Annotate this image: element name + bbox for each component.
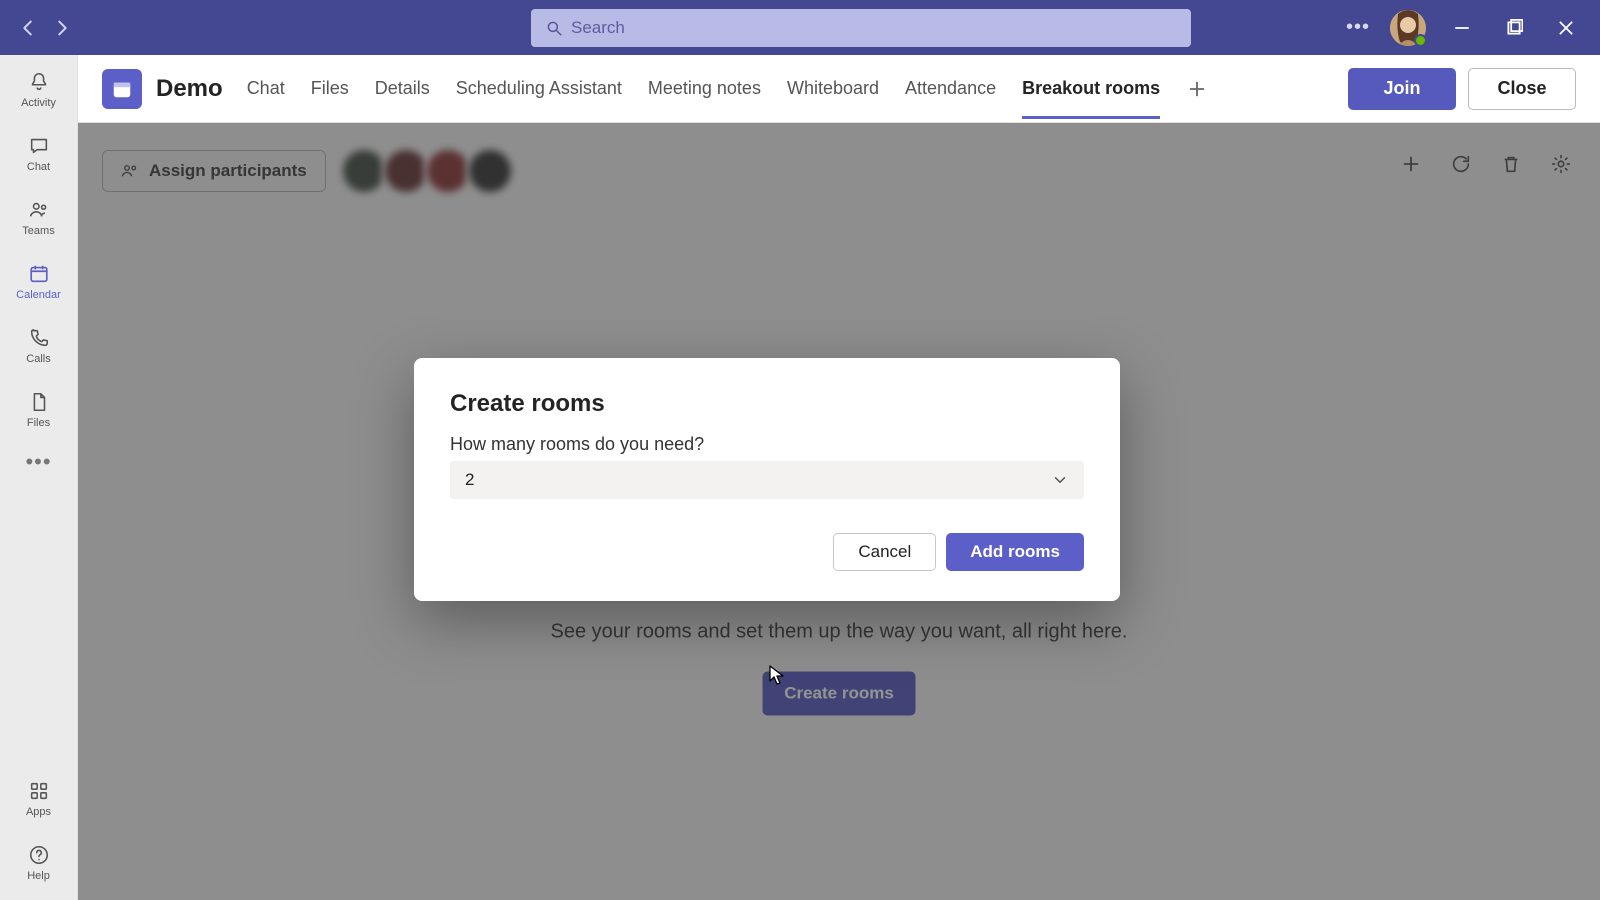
meeting-header: Demo Chat Files Details Scheduling Assis… (78, 55, 1600, 123)
meeting-icon (102, 69, 142, 109)
window-minimize-button[interactable] (1446, 12, 1478, 44)
tab-breakout-rooms[interactable]: Breakout rooms (1022, 58, 1160, 119)
window-maximize-button[interactable] (1498, 12, 1530, 44)
rail-calendar[interactable]: Calendar (8, 257, 70, 307)
titlebar: ••• (0, 0, 1600, 55)
rail-help[interactable]: Help (8, 838, 70, 888)
settings-more-button[interactable]: ••• (1346, 16, 1370, 39)
dialog-question: How many rooms do you need? (450, 434, 1084, 455)
phone-icon (28, 327, 50, 349)
chevron-down-icon (1051, 471, 1069, 489)
rail-chat-label: Chat (27, 161, 50, 173)
tab-scheduling-assistant[interactable]: Scheduling Assistant (456, 58, 622, 119)
chevron-left-icon (17, 17, 39, 39)
calendar-filled-icon (111, 78, 133, 100)
rail-calls-label: Calls (26, 353, 50, 365)
tab-attendance[interactable]: Attendance (905, 58, 996, 119)
maximize-icon (1505, 19, 1523, 37)
search-box[interactable] (531, 9, 1191, 47)
chevron-right-icon (51, 17, 73, 39)
rail-files[interactable]: Files (8, 385, 70, 435)
dialog-add-rooms-button[interactable]: Add rooms (946, 533, 1084, 571)
tab-chat[interactable]: Chat (247, 58, 285, 119)
rail-chat[interactable]: Chat (8, 129, 70, 179)
rail-teams-label: Teams (22, 225, 54, 237)
app-rail: Activity Chat Teams Calendar Calls Files… (0, 55, 78, 900)
search-icon (545, 19, 563, 37)
create-rooms-dialog: Create rooms How many rooms do you need?… (414, 358, 1120, 601)
tab-whiteboard[interactable]: Whiteboard (787, 58, 879, 119)
rail-help-label: Help (27, 870, 50, 882)
plus-icon (1186, 78, 1208, 100)
rail-calls[interactable]: Calls (8, 321, 70, 371)
rail-teams[interactable]: Teams (8, 193, 70, 243)
add-tab-button[interactable] (1186, 78, 1208, 100)
apps-icon (28, 780, 50, 802)
room-count-value: 2 (465, 470, 474, 490)
rail-activity-label: Activity (21, 97, 56, 109)
rail-apps-label: Apps (26, 806, 51, 818)
bell-icon (28, 71, 50, 93)
dialog-title: Create rooms (450, 390, 1084, 418)
rail-more-button[interactable]: ••• (25, 449, 51, 475)
tab-meeting-notes[interactable]: Meeting notes (648, 58, 761, 119)
tab-files[interactable]: Files (311, 58, 349, 119)
file-icon (28, 391, 50, 413)
window-close-button[interactable] (1550, 12, 1582, 44)
close-icon (1557, 19, 1575, 37)
meeting-tabs: Chat Files Details Scheduling Assistant … (247, 58, 1208, 119)
dialog-cancel-button[interactable]: Cancel (833, 533, 936, 571)
rail-activity[interactable]: Activity (8, 65, 70, 115)
rail-files-label: Files (27, 417, 50, 429)
room-count-select[interactable]: 2 (450, 461, 1084, 499)
meeting-title: Demo (156, 75, 223, 103)
chat-icon (28, 135, 50, 157)
minimize-icon (1453, 19, 1471, 37)
history-back-button[interactable] (14, 14, 42, 42)
search-input[interactable] (571, 18, 1177, 38)
join-button[interactable]: Join (1348, 68, 1456, 110)
rail-apps[interactable]: Apps (8, 774, 70, 824)
people-icon (28, 199, 50, 221)
history-forward-button[interactable] (48, 14, 76, 42)
calendar-icon (28, 263, 50, 285)
tab-details[interactable]: Details (375, 58, 430, 119)
mouse-cursor-icon (769, 665, 785, 687)
close-button[interactable]: Close (1468, 68, 1576, 110)
help-icon (28, 844, 50, 866)
presence-available-icon (1414, 34, 1427, 47)
user-avatar[interactable] (1390, 10, 1426, 46)
rail-calendar-label: Calendar (16, 289, 61, 301)
